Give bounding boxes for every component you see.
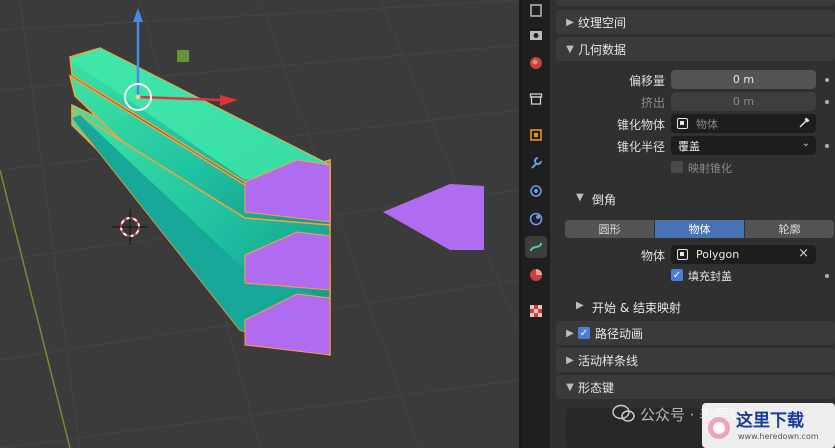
material-icon [530,269,542,281]
extrude-row: 挤出 0 m [550,91,835,113]
chevron-right-icon: ▶ [566,16,574,28]
chevron-down-icon: ▼ [566,381,574,393]
section-title: 几何数据 [578,42,627,57]
site-url: www.heredown.com [738,432,819,441]
fill-caps-row: ✓ 填充封盖 [550,265,835,287]
section-title: 活动样条线 [578,353,639,368]
bevel-mode-round[interactable]: 圆形 [565,220,654,238]
map-taper-row: 映射锥化 [550,157,835,179]
wechat-icon [612,404,635,422]
section-title: 路径动画 [595,326,644,341]
keyframe-dot-icon[interactable] [825,100,829,104]
properties-panel[interactable]: ▶ 纹理空间 ▼ 几何数据 偏移量 0 m 挤出 0 m 锥化物体 物体 锥化半… [550,0,835,448]
section-active-spline[interactable]: ▶ 活动样条线 [556,348,835,372]
taper-object-label: 锥化物体 [616,118,665,132]
section-title: 倒角 [592,193,617,207]
world-icon [530,57,542,69]
texture-icon [530,305,542,317]
section-title: 开始 & 结束映射 [592,301,681,315]
keyframe-dot-icon[interactable] [825,144,829,148]
polygon-profile-object[interactable] [383,184,484,250]
chevron-down-icon: ▼ [576,192,584,203]
fill-caps-label: 填充封盖 [688,270,732,283]
keyframe-dot-icon[interactable] [825,274,829,278]
wrench-icon [531,157,542,169]
eyedropper-icon[interactable] [798,117,810,129]
section-geometry[interactable]: ▼ 几何数据 [556,37,835,61]
y-axis-line [0,169,71,448]
render-icon [530,4,542,17]
offset-label: 偏移量 [628,74,665,88]
object-icon [677,118,688,129]
tab-modifiers[interactable] [525,152,547,174]
particles-icon [530,185,542,197]
chevron-down-icon: ▼ [566,43,574,55]
taper-radius-dropdown[interactable]: 覆盖 ⌄ [671,136,816,155]
bevel-object-row: 物体 Polygon × [550,244,835,266]
curve-mesh[interactable] [68,47,331,356]
taper-radius-label: 锥化半径 [616,140,665,154]
taper-object-row: 锥化物体 物体 [550,113,835,135]
extrude-label: 挤出 [640,96,665,110]
path-animation-checkbox[interactable]: ✓ [578,327,590,339]
offset-row: 偏移量 0 m [550,69,835,91]
object-icon [530,129,542,141]
section-bevel[interactable]: ▼ 倒角 [550,188,835,210]
chevron-down-icon: ⌄ [801,138,810,149]
chevron-right-icon: ▶ [566,327,574,339]
object-icon [677,249,688,260]
tab-particles[interactable] [525,180,547,202]
collection-icon [529,93,543,105]
3d-viewport[interactable] [0,0,519,448]
extrude-field[interactable]: 0 m [671,92,816,111]
bevel-object-label: 物体 [640,249,665,263]
bevel-object-value: Polygon [696,248,740,261]
properties-tabs [522,0,550,448]
bevel-mode-object[interactable]: 物体 [655,220,744,238]
taper-object-field[interactable]: 物体 [671,114,816,133]
section-path-animation[interactable]: ▶ ✓ 路径动画 [556,321,835,345]
chevron-right-icon: ▶ [566,354,574,366]
bevel-mode-profile[interactable]: 轮廓 [745,220,834,238]
viewport-canvas[interactable] [0,0,519,448]
map-taper-label: 映射锥化 [688,162,732,175]
taper-object-placeholder: 物体 [696,117,718,131]
taper-radius-value: 覆盖 [678,139,700,153]
site-logo-text: 这里下载 [736,411,804,431]
bevel-object-field[interactable]: Polygon × [671,245,816,264]
curve-icon [530,242,542,252]
logo-icon [708,417,730,439]
tab-object[interactable] [525,124,547,146]
tab-render[interactable] [525,0,547,22]
output-icon [530,31,542,40]
map-taper-checkbox[interactable] [671,161,683,173]
section-title: 纹理空间 [578,15,627,30]
watermark: 公众号 · 表要认 这里下载 www.heredown.com [612,395,835,448]
tab-texture[interactable] [525,300,547,322]
tab-output[interactable] [525,24,547,46]
tab-collection[interactable] [525,88,547,110]
panel-top-bar [556,0,835,6]
chevron-right-icon: ▶ [576,300,584,311]
section-texture-space[interactable]: ▶ 纹理空间 [556,10,835,34]
3d-cursor [112,209,148,245]
keyframe-dot-icon[interactable] [825,78,829,82]
tab-material[interactable] [525,264,547,286]
tab-curve-data[interactable] [525,236,547,258]
site-logo-box: 这里下载 www.heredown.com [702,403,835,448]
fill-caps-checkbox[interactable]: ✓ [671,269,683,281]
section-start-end-mapping[interactable]: ▶ 开始 & 结束映射 [550,296,835,318]
physics-icon [529,212,543,226]
offset-field[interactable]: 0 m [671,70,816,89]
close-icon[interactable]: × [798,246,809,261]
tab-world[interactable] [525,52,547,74]
section-title: 形态键 [578,380,615,395]
taper-radius-row: 锥化半径 覆盖 ⌄ [550,135,835,157]
tab-physics[interactable] [525,208,547,230]
